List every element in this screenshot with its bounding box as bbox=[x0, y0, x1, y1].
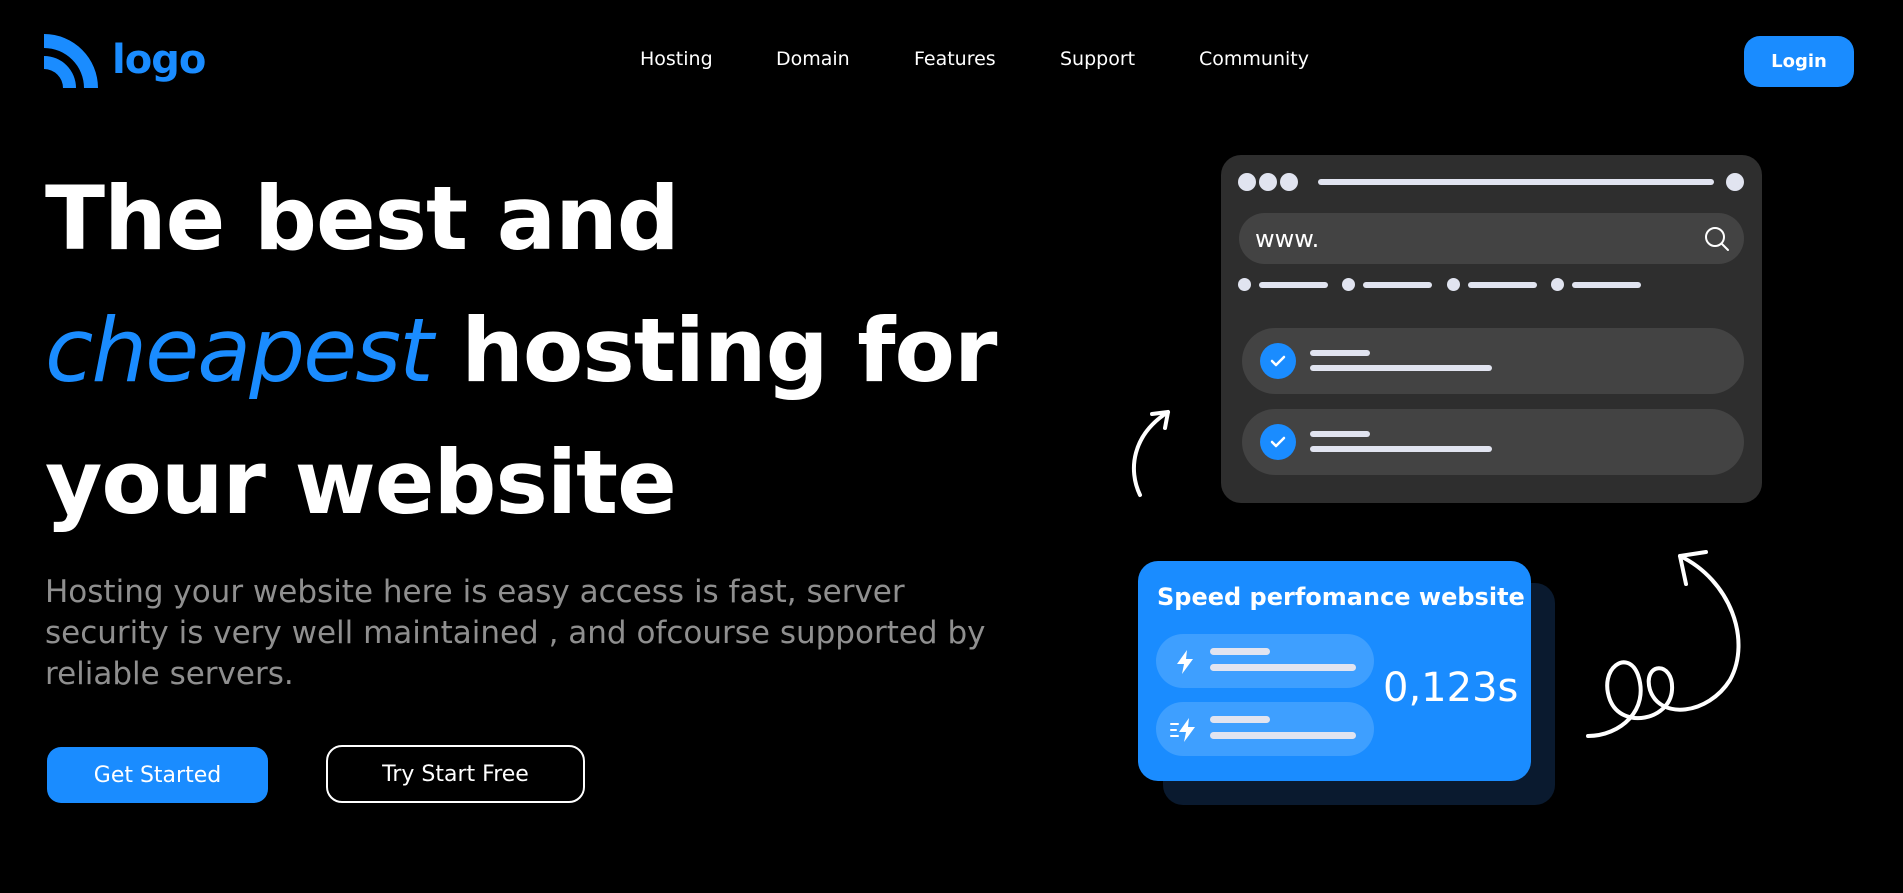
nav-hosting[interactable]: Hosting bbox=[640, 48, 713, 70]
window-dot bbox=[1259, 173, 1277, 191]
tab-dot bbox=[1342, 278, 1355, 291]
url-text: www. bbox=[1255, 224, 1320, 253]
pill-line bbox=[1210, 716, 1270, 723]
row-line bbox=[1310, 446, 1492, 452]
hero-title-accent: cheapest bbox=[45, 299, 434, 402]
nav-domain[interactable]: Domain bbox=[776, 48, 850, 70]
loop-arrow-icon bbox=[1586, 550, 1741, 738]
title-bar-line bbox=[1318, 179, 1714, 185]
speed-value: 0,123s bbox=[1383, 665, 1519, 711]
window-dot bbox=[1238, 173, 1256, 191]
hero-title-line-2-rest: hosting for bbox=[431, 299, 997, 402]
hero-title-line-1: The best and bbox=[45, 167, 680, 270]
window-dot bbox=[1726, 173, 1744, 191]
row-line bbox=[1310, 350, 1370, 356]
tab-line bbox=[1468, 282, 1537, 288]
speed-metric-pill bbox=[1156, 702, 1374, 756]
login-button[interactable]: Login bbox=[1744, 36, 1854, 87]
tab-dot bbox=[1238, 278, 1251, 291]
logo-text: logo bbox=[112, 37, 206, 83]
url-field[interactable]: www. bbox=[1239, 213, 1744, 264]
window-dot bbox=[1280, 173, 1298, 191]
check-icon bbox=[1260, 424, 1296, 460]
tab-line bbox=[1572, 282, 1641, 288]
check-icon bbox=[1260, 343, 1296, 379]
hero-title-line-2: cheapest hosting for bbox=[45, 307, 997, 395]
row-line bbox=[1310, 431, 1370, 437]
lightning-icon bbox=[1177, 650, 1193, 674]
speed-card: Speed perfomance website 0,123s bbox=[1138, 561, 1531, 781]
nav-features[interactable]: Features bbox=[914, 48, 996, 70]
checked-list-item bbox=[1242, 409, 1744, 475]
nav-support[interactable]: Support bbox=[1060, 48, 1135, 70]
pill-line bbox=[1210, 664, 1356, 671]
logo[interactable]: logo bbox=[44, 32, 206, 88]
tab-line bbox=[1363, 282, 1432, 288]
speed-card-title: Speed perfomance website bbox=[1157, 583, 1525, 611]
tab-dot bbox=[1551, 278, 1564, 291]
pill-line bbox=[1210, 732, 1356, 739]
get-started-button[interactable]: Get Started bbox=[47, 747, 268, 803]
browser-mockup: www. bbox=[1221, 155, 1762, 503]
speed-metric-pill bbox=[1156, 634, 1374, 688]
hero-title-line-3: your website bbox=[45, 431, 677, 534]
tab-dot bbox=[1447, 278, 1460, 291]
hero-subtitle: Hosting your website here is easy access… bbox=[45, 574, 986, 692]
nav-community[interactable]: Community bbox=[1199, 48, 1309, 70]
wifi-logo-icon bbox=[44, 34, 98, 88]
pill-line bbox=[1210, 648, 1270, 655]
tab-line bbox=[1259, 282, 1328, 288]
try-start-free-button[interactable]: Try Start Free bbox=[326, 745, 585, 803]
checked-list-item bbox=[1242, 328, 1744, 394]
row-line bbox=[1310, 365, 1492, 371]
fast-lightning-icon bbox=[1170, 718, 1195, 742]
curved-arrow-up-icon bbox=[1132, 410, 1170, 497]
search-icon bbox=[1705, 227, 1729, 251]
